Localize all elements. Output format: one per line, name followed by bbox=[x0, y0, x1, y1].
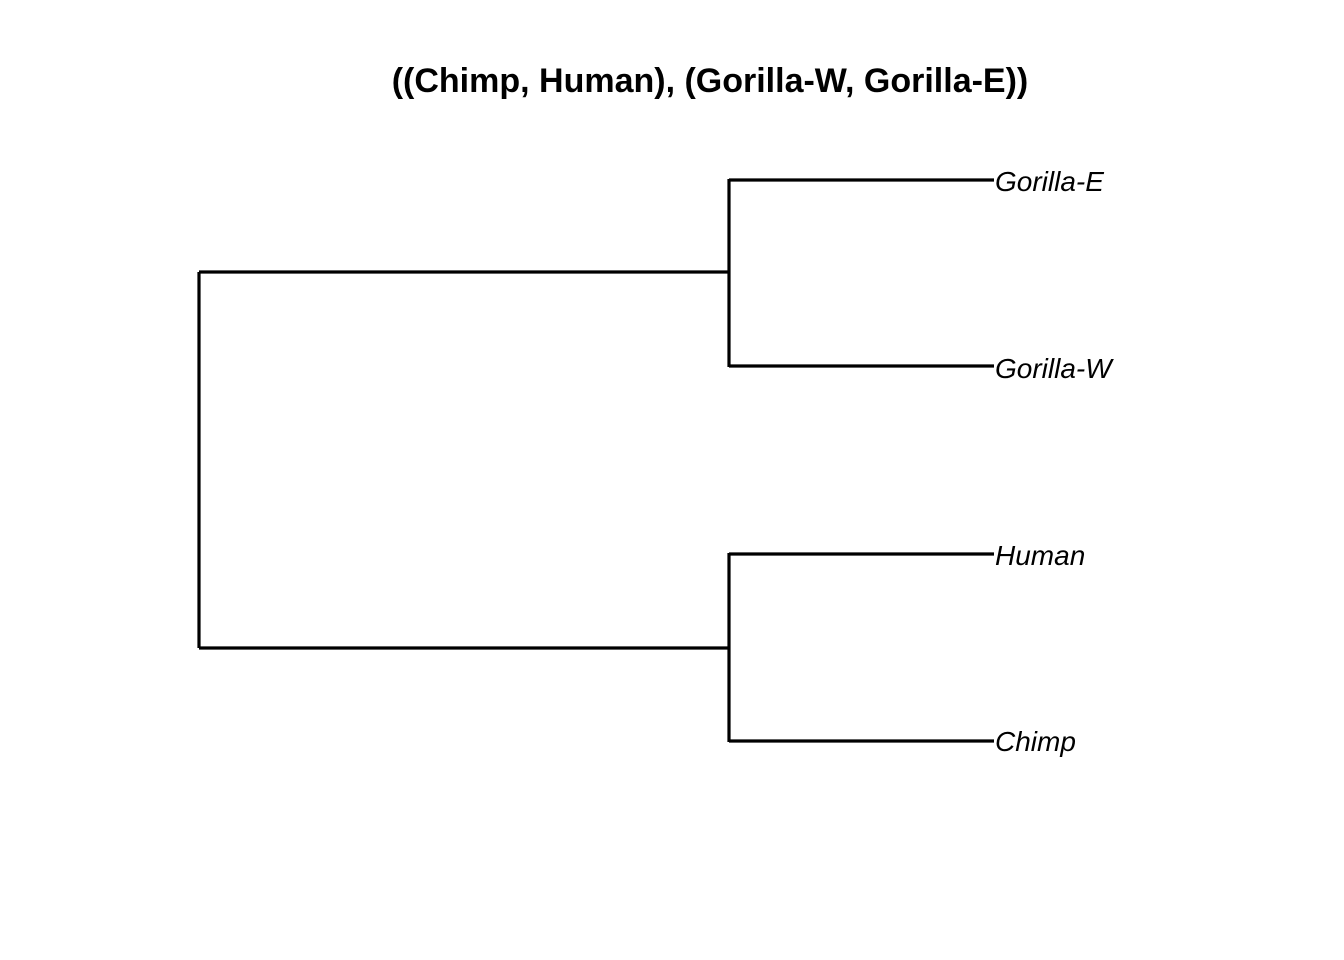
tip-label-gorilla-e: Gorilla-E bbox=[995, 166, 1104, 197]
phylogenetic-tree-figure: ((Chimp, Human), (Gorilla-W, Gorilla-E))… bbox=[197, 62, 1114, 757]
tip-labels: Gorilla-E Gorilla-W Human Chimp bbox=[995, 166, 1114, 757]
tree-title: ((Chimp, Human), (Gorilla-W, Gorilla-E)) bbox=[392, 62, 1029, 100]
tree-branches bbox=[197, 178, 994, 743]
tip-label-gorilla-w: Gorilla-W bbox=[995, 353, 1114, 384]
tip-label-chimp: Chimp bbox=[995, 726, 1076, 757]
tip-label-human: Human bbox=[995, 540, 1085, 571]
